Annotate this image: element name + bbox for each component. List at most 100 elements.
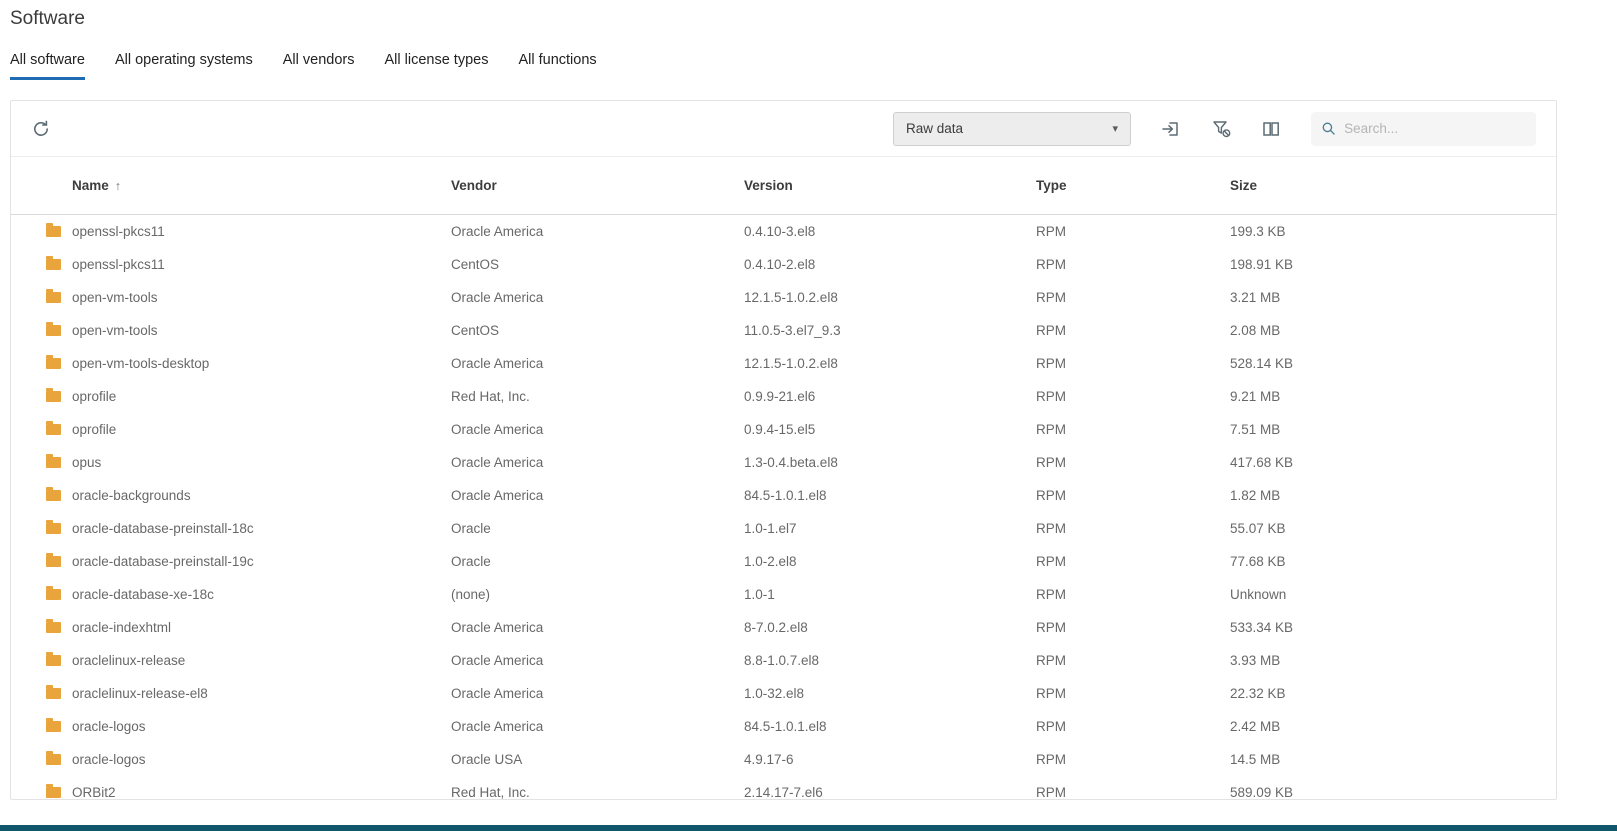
cell-name: open-vm-tools [72,323,451,338]
view-select[interactable]: Raw data ▾ [893,112,1131,146]
cell-version: 2.14.17-7.el6 [744,785,1036,800]
cell-version: 4.9.17-6 [744,752,1036,767]
column-header-size[interactable]: Size [1230,178,1556,193]
table-row[interactable]: opusOracle America1.3-0.4.beta.el8RPM417… [11,446,1556,479]
folder-icon [46,622,72,633]
tab-bar: All software All operating systems All ven… [10,50,597,80]
cell-version: 0.9.9-21.el6 [744,389,1036,404]
cell-name: open-vm-tools [72,290,451,305]
page-title: Software [10,8,85,30]
cell-size: 2.08 MB [1230,323,1556,338]
cell-vendor: Oracle [451,521,744,536]
columns-button[interactable] [1259,117,1283,141]
cell-version: 0.4.10-2.el8 [744,257,1036,272]
table-row[interactable]: oracle-logosOracle America84.5-1.0.1.el8… [11,710,1556,743]
cell-vendor: CentOS [451,257,744,272]
search-icon [1321,120,1336,137]
cell-size: 7.51 MB [1230,422,1556,437]
cell-name: oprofile [72,422,451,437]
cell-size: 589.09 KB [1230,785,1556,800]
table-body: openssl-pkcs11Oracle America0.4.10-3.el8… [11,215,1556,800]
folder-icon [46,490,72,501]
table-row[interactable]: oraclelinux-releaseOracle America8.8-1.0… [11,644,1556,677]
table-row[interactable]: oracle-logosOracle USA4.9.17-6RPM14.5 MB [11,743,1556,776]
tab-all-vendors[interactable]: All vendors [283,50,355,80]
cell-name: oracle-logos [72,752,451,767]
folder-icon [46,259,72,270]
cell-vendor: Oracle America [451,620,744,635]
cell-size: Unknown [1230,587,1556,602]
cell-vendor: Red Hat, Inc. [451,785,744,800]
refresh-icon [31,119,51,139]
cell-version: 8.8-1.0.7.el8 [744,653,1036,668]
cell-name: opus [72,455,451,470]
cell-type: RPM [1036,620,1230,635]
cell-size: 199.3 KB [1230,224,1556,239]
cell-size: 3.21 MB [1230,290,1556,305]
cell-name: oprofile [72,389,451,404]
table-row[interactable]: oracle-database-preinstall-19cOracle1.0-… [11,545,1556,578]
cell-vendor: Oracle America [451,356,744,371]
refresh-button[interactable] [29,117,53,141]
cell-vendor: Red Hat, Inc. [451,389,744,404]
table-row[interactable]: oprofileOracle America0.9.4-15.el5RPM7.5… [11,413,1556,446]
cell-name: oracle-database-preinstall-19c [72,554,451,569]
folder-icon [46,424,72,435]
sort-asc-icon: ↑ [115,179,121,193]
table-row[interactable]: oracle-indexhtmlOracle America8-7.0.2.el… [11,611,1556,644]
export-button[interactable] [1159,117,1183,141]
table-row[interactable]: oracle-database-xe-18c(none)1.0-1RPMUnkn… [11,578,1556,611]
cell-vendor: Oracle America [451,290,744,305]
folder-icon [46,325,72,336]
cell-name: oracle-backgrounds [72,488,451,503]
cell-name: oracle-indexhtml [72,620,451,635]
cell-size: 198.91 KB [1230,257,1556,272]
table-row[interactable]: open-vm-toolsOracle America12.1.5-1.0.2.… [11,281,1556,314]
cell-name: oracle-database-xe-18c [72,587,451,602]
cell-type: RPM [1036,554,1230,569]
clear-filter-icon [1211,118,1232,139]
cell-vendor: Oracle America [451,488,744,503]
cell-version: 84.5-1.0.1.el8 [744,719,1036,734]
table-row[interactable]: ORBit2Red Hat, Inc.2.14.17-7.el6RPM589.0… [11,776,1556,800]
table-row[interactable]: oracle-backgroundsOracle America84.5-1.0… [11,479,1556,512]
column-header-vendor[interactable]: Vendor [451,178,744,193]
columns-icon [1261,119,1281,139]
table-toolbar: Raw data ▾ [11,101,1556,157]
table-row[interactable]: openssl-pkcs11Oracle America0.4.10-3.el8… [11,215,1556,248]
cell-type: RPM [1036,257,1230,272]
toolbar-icon-group [1159,117,1283,141]
folder-icon [46,787,72,798]
cell-version: 11.0.5-3.el7_9.3 [744,323,1036,338]
tab-all-license-types[interactable]: All license types [385,50,489,80]
tab-all-software[interactable]: All software [10,50,85,80]
column-header-version[interactable]: Version [744,178,1036,193]
footer-bar [0,825,1617,831]
column-header-type[interactable]: Type [1036,178,1230,193]
search-input[interactable] [1344,121,1526,136]
table-row[interactable]: open-vm-toolsCentOS11.0.5-3.el7_9.3RPM2.… [11,314,1556,347]
cell-type: RPM [1036,356,1230,371]
table-row[interactable]: oracle-database-preinstall-18cOracle1.0-… [11,512,1556,545]
clear-filter-button[interactable] [1209,117,1233,141]
table-row[interactable]: open-vm-tools-desktopOracle America12.1.… [11,347,1556,380]
tab-all-operating-systems[interactable]: All operating systems [115,50,253,80]
tab-all-functions[interactable]: All functions [518,50,596,80]
table-row[interactable]: openssl-pkcs11CentOS0.4.10-2.el8RPM198.9… [11,248,1556,281]
cell-version: 0.4.10-3.el8 [744,224,1036,239]
cell-type: RPM [1036,785,1230,800]
cell-name: oracle-logos [72,719,451,734]
cell-vendor: Oracle America [451,422,744,437]
table-row[interactable]: oraclelinux-release-el8Oracle America1.0… [11,677,1556,710]
cell-name: ORBit2 [72,785,451,800]
cell-name: oraclelinux-release [72,653,451,668]
folder-icon [46,556,72,567]
cell-size: 55.07 KB [1230,521,1556,536]
cell-type: RPM [1036,224,1230,239]
column-header-name[interactable]: Name↑ [72,178,451,193]
folder-icon [46,523,72,534]
cell-vendor: Oracle [451,554,744,569]
cell-size: 22.32 KB [1230,686,1556,701]
table-row[interactable]: oprofileRed Hat, Inc.0.9.9-21.el6RPM9.21… [11,380,1556,413]
cell-type: RPM [1036,389,1230,404]
